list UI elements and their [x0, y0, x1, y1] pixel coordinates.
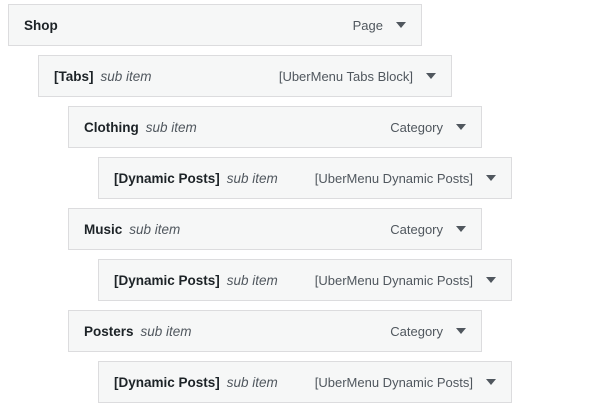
caret-down-icon[interactable] — [394, 18, 408, 32]
menu-item-title: Shop — [24, 17, 58, 33]
menu-item-title: Clothing — [84, 119, 139, 135]
menu-item-subtitle: sub item — [100, 68, 152, 84]
menu-item-title: [Tabs] — [54, 68, 94, 84]
menu-item-subtitle: sub item — [226, 272, 278, 288]
menu-item-type: Category — [390, 323, 443, 339]
menu-item-subtitle: sub item — [129, 221, 181, 237]
caret-down-icon[interactable] — [454, 120, 468, 134]
caret-down-icon[interactable] — [454, 324, 468, 338]
menu-item-dynamic-posts[interactable]: [Dynamic Posts] sub item [UberMenu Dynam… — [98, 361, 512, 403]
menu-item-tabs[interactable]: [Tabs] sub item [UberMenu Tabs Block] — [38, 55, 452, 97]
menu-item-clothing[interactable]: Clothing sub item Category — [68, 106, 482, 148]
menu-item-subtitle: sub item — [226, 170, 278, 186]
menu-item-music[interactable]: Music sub item Category — [68, 208, 482, 250]
menu-item-subtitle: sub item — [226, 374, 278, 390]
menu-item-shop[interactable]: Shop Page — [8, 4, 422, 46]
menu-item-title: Posters — [84, 323, 134, 339]
menu-item-type: [UberMenu Dynamic Posts] — [314, 170, 473, 186]
menu-item-subtitle: sub item — [145, 119, 197, 135]
menu-item-type: [UberMenu Dynamic Posts] — [314, 374, 473, 390]
menu-item-posters[interactable]: Posters sub item Category — [68, 310, 482, 352]
menu-item-type: [UberMenu Tabs Block] — [278, 68, 413, 84]
caret-down-icon[interactable] — [484, 375, 498, 389]
menu-item-subtitle: sub item — [140, 323, 192, 339]
menu-item-dynamic-posts[interactable]: [Dynamic Posts] sub item [UberMenu Dynam… — [98, 259, 512, 301]
menu-item-type: Category — [390, 119, 443, 135]
menu-item-dynamic-posts[interactable]: [Dynamic Posts] sub item [UberMenu Dynam… — [98, 157, 512, 199]
menu-item-type: [UberMenu Dynamic Posts] — [314, 272, 473, 288]
menu-item-title: Music — [84, 221, 123, 237]
menu-item-title: [Dynamic Posts] — [114, 272, 220, 288]
menu-item-title: [Dynamic Posts] — [114, 170, 220, 186]
menu-item-type: Category — [390, 221, 443, 237]
caret-down-icon[interactable] — [454, 222, 468, 236]
caret-down-icon[interactable] — [484, 171, 498, 185]
menu-item-type: Page — [352, 17, 383, 33]
caret-down-icon[interactable] — [424, 69, 438, 83]
caret-down-icon[interactable] — [484, 273, 498, 287]
menu-item-title: [Dynamic Posts] — [114, 374, 220, 390]
